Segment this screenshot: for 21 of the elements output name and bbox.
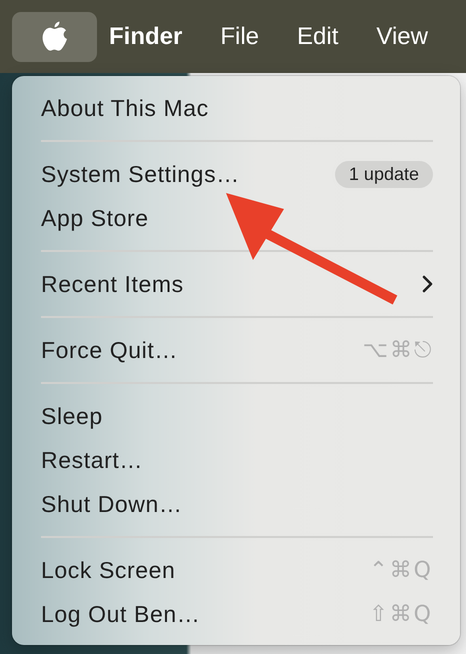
keyboard-shortcut: ⌥⌘⎋ (362, 338, 433, 362)
menu-item[interactable]: Restart… (41, 446, 143, 474)
menu-item[interactable]: Shut Down… (41, 490, 183, 518)
chevron-icon (422, 275, 433, 293)
menu-bar-item[interactable]: View (376, 22, 428, 50)
menu-item[interactable]: Lock Screen (41, 556, 176, 584)
menu-bar-item[interactable]: File (220, 22, 260, 50)
keyboard-shortcut: ⇧⌘Q (369, 602, 433, 626)
update-badge: 1 update (334, 160, 433, 188)
keyboard-shortcut: ⌃⌘Q (369, 558, 433, 582)
menu-item[interactable]: Log Out Ben… (41, 600, 200, 628)
menu-item[interactable]: System Settings… (41, 160, 240, 188)
menu-bar-item[interactable]: Finder (109, 22, 182, 50)
menu-item[interactable]: App Store (41, 204, 149, 232)
menu-item[interactable]: Recent Items (41, 270, 184, 298)
menu-item[interactable]: Force Quit… (41, 336, 178, 364)
apple-logo-icon (41, 21, 68, 52)
apple-menu-button[interactable] (12, 12, 97, 62)
menu-item[interactable]: Sleep (41, 402, 103, 430)
menu-bar-item[interactable]: Edit (297, 22, 338, 50)
menu-item[interactable]: About This Mac (41, 94, 209, 122)
